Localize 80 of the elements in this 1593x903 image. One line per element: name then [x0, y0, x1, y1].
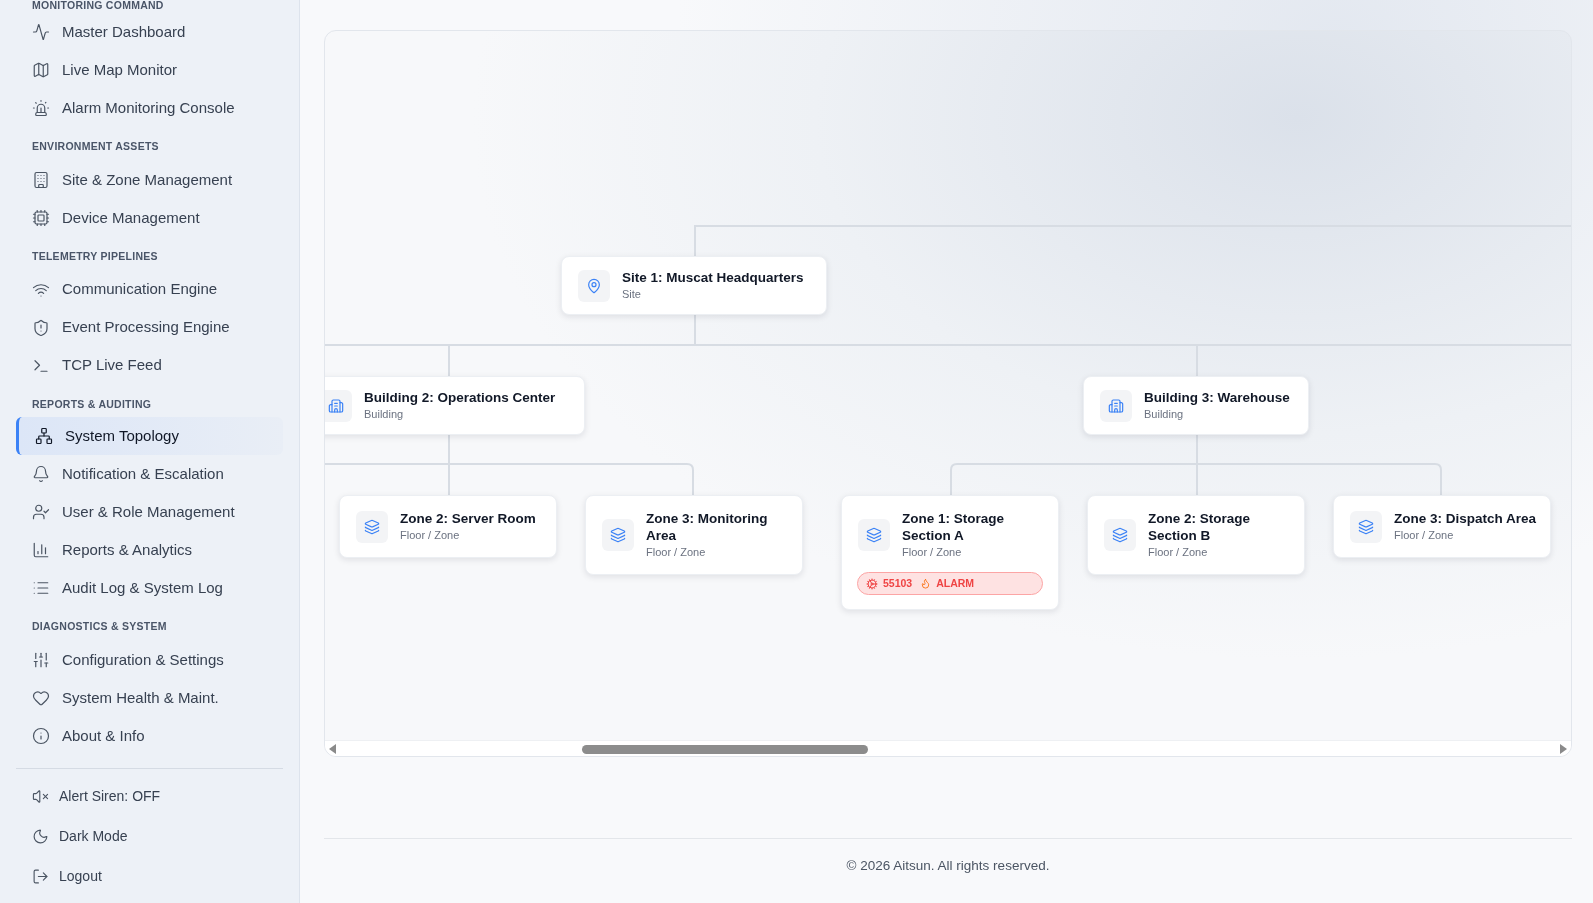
- node-type: Floor / Zone: [646, 545, 707, 560]
- nav-item[interactable]: TCP Live Feed: [16, 346, 283, 385]
- scroll-left-icon[interactable]: [329, 743, 337, 754]
- section-heading: REPORTS & AUDITING: [31, 396, 153, 412]
- nav-item[interactable]: Site & Zone Management: [16, 160, 283, 199]
- node-type: Floor / Zone: [400, 528, 461, 543]
- chip-icon: [32, 208, 50, 227]
- scroll-right-icon[interactable]: [1559, 743, 1567, 754]
- bell-icon: [32, 465, 50, 484]
- nav-item[interactable]: Notification & Escalation: [16, 455, 283, 494]
- building-icon: [32, 170, 50, 189]
- network-icon: [35, 427, 53, 446]
- nav-item[interactable]: Reports & Analytics: [16, 531, 283, 570]
- node-type: Floor / Zone: [1394, 528, 1455, 543]
- bar-chart-icon: [32, 541, 50, 560]
- node-type: Building: [1144, 407, 1185, 422]
- nav-item[interactable]: Live Map Monitor: [16, 51, 283, 89]
- section-heading: ENVIRONMENT ASSETS: [31, 139, 160, 154]
- node-type: Building: [364, 407, 405, 422]
- section-heading: TELEMETRY PIPELINES: [31, 248, 159, 264]
- node-title: Zone 3: Monitoring Area: [646, 510, 769, 544]
- node-title: Site 1: Muscat Headquarters: [622, 269, 804, 286]
- moon-icon: [32, 827, 49, 845]
- topology-node[interactable]: Building 2: Operations Center Building: [325, 376, 585, 435]
- node-title: Zone 2: Server Room: [400, 510, 537, 527]
- node-title: Zone 1: Storage Section A: [902, 510, 1005, 544]
- building-icon: [328, 397, 344, 414]
- user-check-icon: [32, 503, 50, 522]
- scrollbar-thumb[interactable]: [582, 745, 868, 754]
- topology-node[interactable]: Site 1: Muscat Headquarters Site: [561, 256, 827, 315]
- nav-item[interactable]: Event Processing Engine: [16, 308, 283, 347]
- cog-icon: [866, 577, 878, 590]
- nav-item[interactable]: System Topology: [16, 417, 283, 456]
- topology-node[interactable]: Zone 2: Server Room Floor / Zone: [339, 495, 557, 558]
- layers-icon: [610, 527, 626, 543]
- heart-icon: [32, 689, 50, 707]
- node-type: Site: [622, 287, 642, 302]
- shield-icon: [32, 318, 50, 337]
- nav-item[interactable]: Communication Engine: [16, 270, 283, 309]
- nav-item[interactable]: About & Info: [16, 717, 283, 755]
- sliders-icon: [32, 651, 50, 669]
- topology-node[interactable]: Building 3: Warehouse Building: [1083, 376, 1309, 435]
- topology-node[interactable]: Zone 1: Storage Section A Floor / Zone 55103 ALARM: [841, 495, 1059, 610]
- nav-item[interactable]: Device Management: [16, 198, 283, 237]
- nav-item[interactable]: Audit Log & System Log: [16, 569, 283, 608]
- node-title: Zone 3: Dispatch Area: [1394, 510, 1538, 527]
- node-title: Zone 2: Storage Section B: [1148, 510, 1251, 544]
- flame-icon: [920, 578, 932, 589]
- nav-item[interactable]: System Health & Maint.: [16, 679, 283, 717]
- copyright-text: © 2026 Aitsun. All rights reserved.: [846, 857, 1050, 875]
- nav-item[interactable]: Master Dashboard: [16, 13, 283, 51]
- sidebar-action[interactable]: Logout: [16, 862, 283, 890]
- node-title: Building 2: Operations Center: [364, 389, 556, 406]
- layers-icon: [866, 527, 882, 543]
- siren-icon: [32, 99, 50, 117]
- sidebar-action[interactable]: Dark Mode: [16, 822, 283, 850]
- sidebar-action[interactable]: Alert Siren: OFF: [16, 782, 283, 810]
- layers-icon: [1112, 527, 1128, 543]
- section-heading: MONITORING COMMAND: [31, 0, 165, 13]
- topology-node[interactable]: Zone 3: Dispatch Area Floor / Zone: [1333, 495, 1551, 558]
- topology-node[interactable]: Zone 3: Monitoring Area Floor / Zone: [585, 495, 803, 575]
- nav-item[interactable]: User & Role Management: [16, 493, 283, 532]
- node-type: Floor / Zone: [1148, 545, 1209, 560]
- pulse-icon: [32, 23, 50, 41]
- node-title: Building 3: Warehouse: [1144, 389, 1290, 406]
- map-icon: [32, 61, 50, 79]
- mute-icon: [32, 787, 49, 805]
- nav-item[interactable]: Configuration & Settings: [16, 641, 283, 679]
- alarm-code: 55103: [883, 575, 913, 591]
- info-icon: [32, 727, 50, 745]
- layers-icon: [1358, 518, 1374, 535]
- section-heading: DIAGNOSTICS & SYSTEM: [31, 619, 168, 635]
- logout-icon: [32, 867, 49, 885]
- topology-node[interactable]: Zone 2: Storage Section B Floor / Zone: [1087, 495, 1305, 575]
- node-type: Floor / Zone: [902, 545, 963, 560]
- layers-icon: [364, 518, 380, 535]
- building-icon: [1108, 397, 1124, 414]
- nav-item[interactable]: Alarm Monitoring Console: [16, 89, 283, 127]
- alarm-label: ALARM: [936, 575, 975, 591]
- pin-icon: [586, 277, 602, 294]
